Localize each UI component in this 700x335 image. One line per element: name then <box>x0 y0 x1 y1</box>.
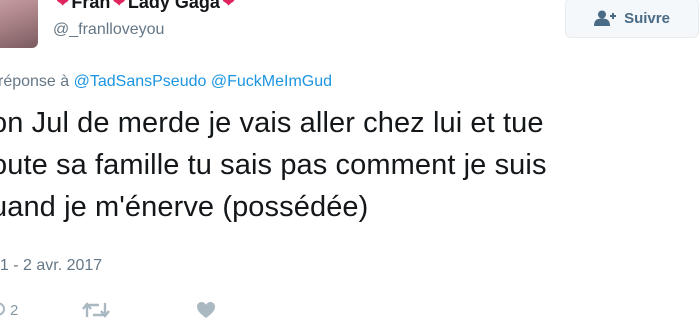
avatar[interactable] <box>0 0 38 48</box>
display-name-second: Lady Gaga <box>127 0 220 12</box>
user-handle[interactable]: @_franlloveyou <box>53 21 164 39</box>
display-name-first: Fran <box>71 0 111 12</box>
tweet-text: on Jul de merde je vais aller chez lui e… <box>0 102 700 228</box>
heart-emoji-icon: ❤ <box>56 0 70 11</box>
tweet-text-line: uand je m'énerve (possédée) <box>0 191 369 223</box>
retweet-icon <box>82 302 110 318</box>
tweet-timestamp[interactable]: 31 - 2 avr. 2017 <box>0 257 102 275</box>
retweet-button[interactable] <box>82 298 110 322</box>
display-name[interactable]: ❤ Fran ❤ Lady Gaga ❤ <box>54 0 237 14</box>
reply-prefix: réponse à <box>0 73 70 90</box>
reply-icon <box>0 302 6 316</box>
reply-button[interactable] <box>0 298 6 322</box>
mention-link[interactable]: @TadSansPseudo <box>74 73 207 90</box>
mention-link[interactable]: @FuckMeImGud <box>211 73 332 90</box>
follow-button-label: Suivre <box>624 9 670 27</box>
follow-button[interactable]: Suivre <box>565 0 699 38</box>
heart-emoji-icon: ❤ <box>112 0 126 11</box>
tweet-text-line: on Jul de merde je vais aller chez lui e… <box>0 107 544 139</box>
heart-emoji-icon: ❤ <box>221 0 236 11</box>
add-user-icon <box>594 10 617 26</box>
reply-count: 2 <box>10 302 19 319</box>
tweet-text-line: oute sa famille tu sais pas comment je s… <box>0 149 547 181</box>
like-button[interactable] <box>196 298 216 322</box>
reply-context: réponse à @TadSansPseudo @FuckMeImGud <box>0 73 332 91</box>
heart-icon <box>197 302 215 318</box>
